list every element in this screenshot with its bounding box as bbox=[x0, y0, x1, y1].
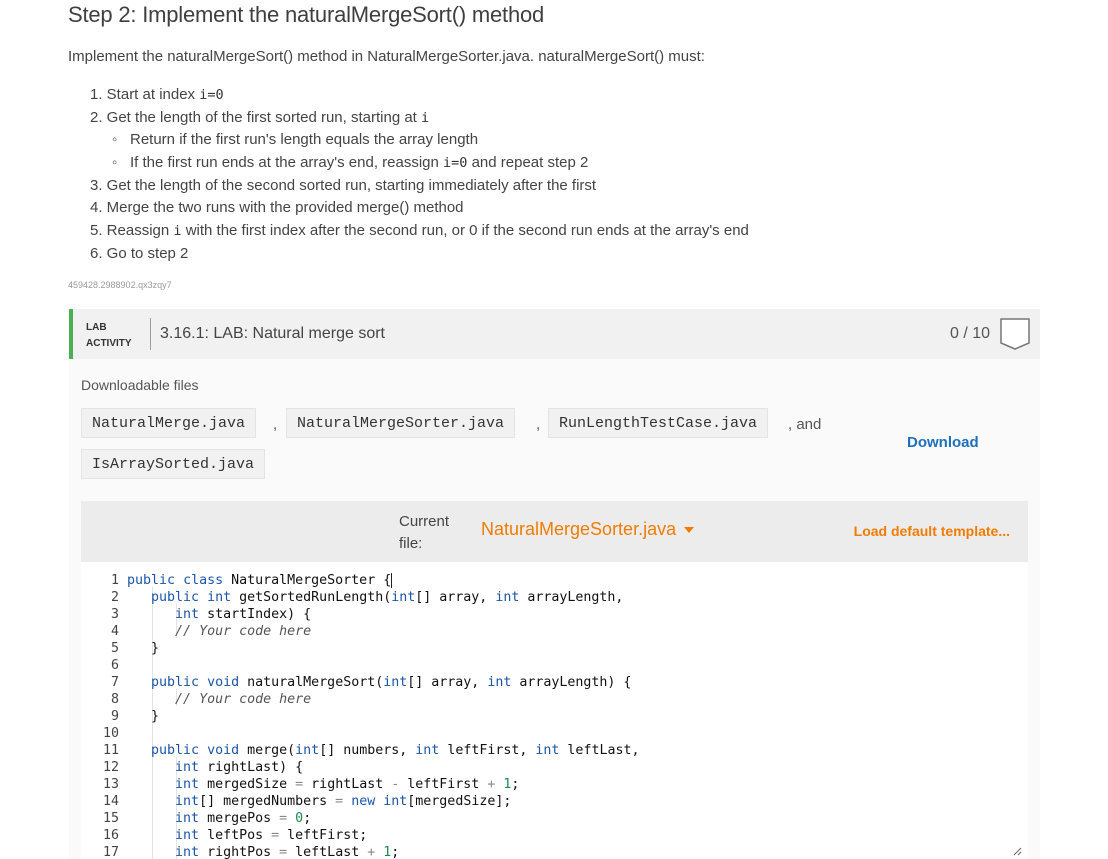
lab-activity-tag: LAB ACTIVITY bbox=[86, 322, 132, 349]
step-subitem: Return if the first run's length equals … bbox=[90, 129, 749, 152]
file-runlengthtestcase[interactable]: RunLengthTestCase.java bbox=[548, 408, 769, 438]
text-cursor bbox=[391, 572, 393, 588]
page: Step 2: Implement the naturalMergeSort()… bbox=[0, 0, 1108, 859]
downloadable-files-label: Downloadable files bbox=[81, 377, 199, 393]
code-text: public class NaturalMergeSorter { bbox=[127, 572, 393, 588]
code-text: // Your code here bbox=[175, 624, 312, 639]
line-number: 9 bbox=[110, 709, 119, 724]
editor-toolbar: Current file: NaturalMergeSorter.java Lo… bbox=[81, 501, 1028, 562]
line-number: 4 bbox=[110, 624, 119, 639]
code-line: 16 int leftPos = leftFirst; bbox=[81, 827, 1028, 844]
step-item: 3. Get the length of the second sorted r… bbox=[90, 176, 597, 194]
line-number: 15 bbox=[102, 811, 119, 826]
code-line: 14 int[] mergedNumbers = new int[mergedS… bbox=[81, 793, 1028, 810]
code-text: int leftPos = leftFirst; bbox=[175, 828, 368, 843]
code-editor[interactable]: 1 public class NaturalMergeSorter {2 publ… bbox=[81, 562, 1028, 859]
instructions-intro: Implement the naturalMergeSort() method … bbox=[68, 48, 705, 65]
content-id: 459428.2988902.qx3zqy7 bbox=[68, 280, 172, 290]
code-text: int mergePos = 0; bbox=[175, 811, 312, 826]
step-item: 5. Reassign i with the first index after… bbox=[90, 222, 749, 240]
file-naturalmergesorter[interactable]: NaturalMergeSorter.java bbox=[286, 408, 516, 438]
line-number: 6 bbox=[110, 658, 119, 673]
code-text: } bbox=[127, 641, 160, 656]
code-line: 17 int rightPos = leftLast + 1; bbox=[81, 844, 1028, 859]
line-number: 11 bbox=[102, 743, 119, 758]
completion-badge-icon bbox=[1000, 318, 1030, 350]
lab-title: 3.16.1: LAB: Natural merge sort bbox=[160, 325, 385, 342]
code-text: int mergedSize = rightLast - leftFirst +… bbox=[175, 777, 520, 792]
code-line: 4 // Your code here bbox=[81, 623, 1028, 640]
code-line: 10 bbox=[81, 725, 1028, 742]
download-link[interactable]: Download bbox=[907, 434, 979, 451]
code-line: 15 int mergePos = 0; bbox=[81, 810, 1028, 827]
code-text: int rightPos = leftLast + 1; bbox=[175, 845, 400, 859]
line-number: 1 bbox=[110, 573, 119, 588]
line-number: 7 bbox=[110, 675, 119, 690]
resize-handle-icon[interactable] bbox=[1013, 847, 1022, 856]
line-number: 13 bbox=[102, 777, 119, 792]
line-number: 17 bbox=[102, 845, 119, 859]
code-line: 5 } bbox=[81, 640, 1028, 657]
separator: , bbox=[273, 416, 278, 433]
step-item: 6. Go to step 2 bbox=[90, 244, 189, 262]
separator: , bbox=[536, 416, 541, 433]
step-subitem: If the first run ends at the array's end… bbox=[90, 152, 749, 175]
line-number: 10 bbox=[102, 726, 119, 741]
code-line: 11 public void merge(int[] numbers, int … bbox=[81, 742, 1028, 759]
code-line: 2 public int getSortedRunLength(int[] ar… bbox=[81, 589, 1028, 606]
code-text: int startIndex) { bbox=[175, 607, 312, 622]
header-divider bbox=[150, 318, 151, 350]
code-text: public void naturalMergeSort(int[] array… bbox=[151, 675, 632, 690]
code-line: 7 public void naturalMergeSort(int[] arr… bbox=[81, 674, 1028, 691]
chevron-down-icon bbox=[684, 527, 695, 534]
line-number: 3 bbox=[110, 607, 119, 622]
line-number: 12 bbox=[102, 760, 119, 775]
lab-score: 0 / 10 bbox=[949, 325, 990, 342]
step-title: Step 2: Implement the naturalMergeSort()… bbox=[68, 2, 545, 27]
step-item: 2. Get the length of the first sorted ru… bbox=[90, 108, 430, 126]
separator-and: , and bbox=[788, 416, 822, 433]
load-default-template-button[interactable]: Load default template... bbox=[854, 523, 1010, 539]
code-line: 13 int mergedSize = rightLast - leftFirs… bbox=[81, 776, 1028, 793]
line-number: 16 bbox=[102, 828, 119, 843]
code-text: int rightLast) { bbox=[175, 760, 304, 775]
step-item: 1. Start at index i=0 bbox=[90, 86, 224, 103]
current-file-label: Current file: bbox=[399, 513, 450, 552]
current-file-select[interactable]: NaturalMergeSorter.java bbox=[481, 519, 695, 540]
line-number: 8 bbox=[110, 692, 119, 707]
code-line: 6 bbox=[81, 657, 1028, 674]
code-text: int[] mergedNumbers = new int[mergedSize… bbox=[175, 794, 512, 809]
line-number: 14 bbox=[102, 794, 119, 809]
code-line: 9 } bbox=[81, 708, 1028, 725]
code-text: // Your code here bbox=[175, 692, 312, 707]
file-isarraysorted[interactable]: IsArraySorted.java bbox=[81, 449, 266, 479]
code-line: 3 int startIndex) { bbox=[81, 606, 1028, 623]
lab-activity-header: LAB ACTIVITY 3.16.1: LAB: Natural merge … bbox=[69, 309, 1040, 359]
code-text: public int getSortedRunLength(int[] arra… bbox=[151, 590, 624, 605]
code-text: } bbox=[127, 709, 160, 724]
instruction-steps: 1. Start at index i=0 2. Get the length … bbox=[90, 84, 749, 266]
code-line: 8 // Your code here bbox=[81, 691, 1028, 708]
code-line: 12 int rightLast) { bbox=[81, 759, 1028, 776]
line-number: 5 bbox=[110, 641, 119, 656]
file-naturalmerge[interactable]: NaturalMerge.java bbox=[81, 408, 257, 438]
code-text: public void merge(int[] numbers, int lef… bbox=[151, 743, 640, 758]
line-number: 2 bbox=[110, 590, 119, 605]
code-line: 1 public class NaturalMergeSorter { bbox=[81, 572, 1028, 589]
step-item: 4. Merge the two runs with the provided … bbox=[90, 199, 464, 217]
